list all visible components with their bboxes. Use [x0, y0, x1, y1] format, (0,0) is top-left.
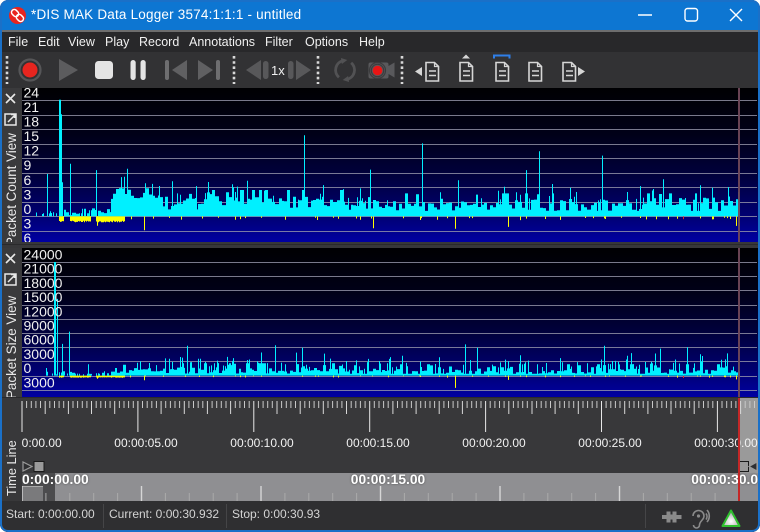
svg-text:1x: 1x: [271, 63, 285, 78]
svg-text:21: 21: [24, 99, 40, 115]
svg-text:9: 9: [24, 157, 32, 173]
svg-text:6: 6: [24, 172, 32, 188]
svg-text:18: 18: [24, 114, 40, 130]
svg-text:0: 0: [24, 201, 32, 217]
svg-text:6: 6: [24, 230, 32, 242]
svg-text:3000: 3000: [24, 374, 55, 390]
